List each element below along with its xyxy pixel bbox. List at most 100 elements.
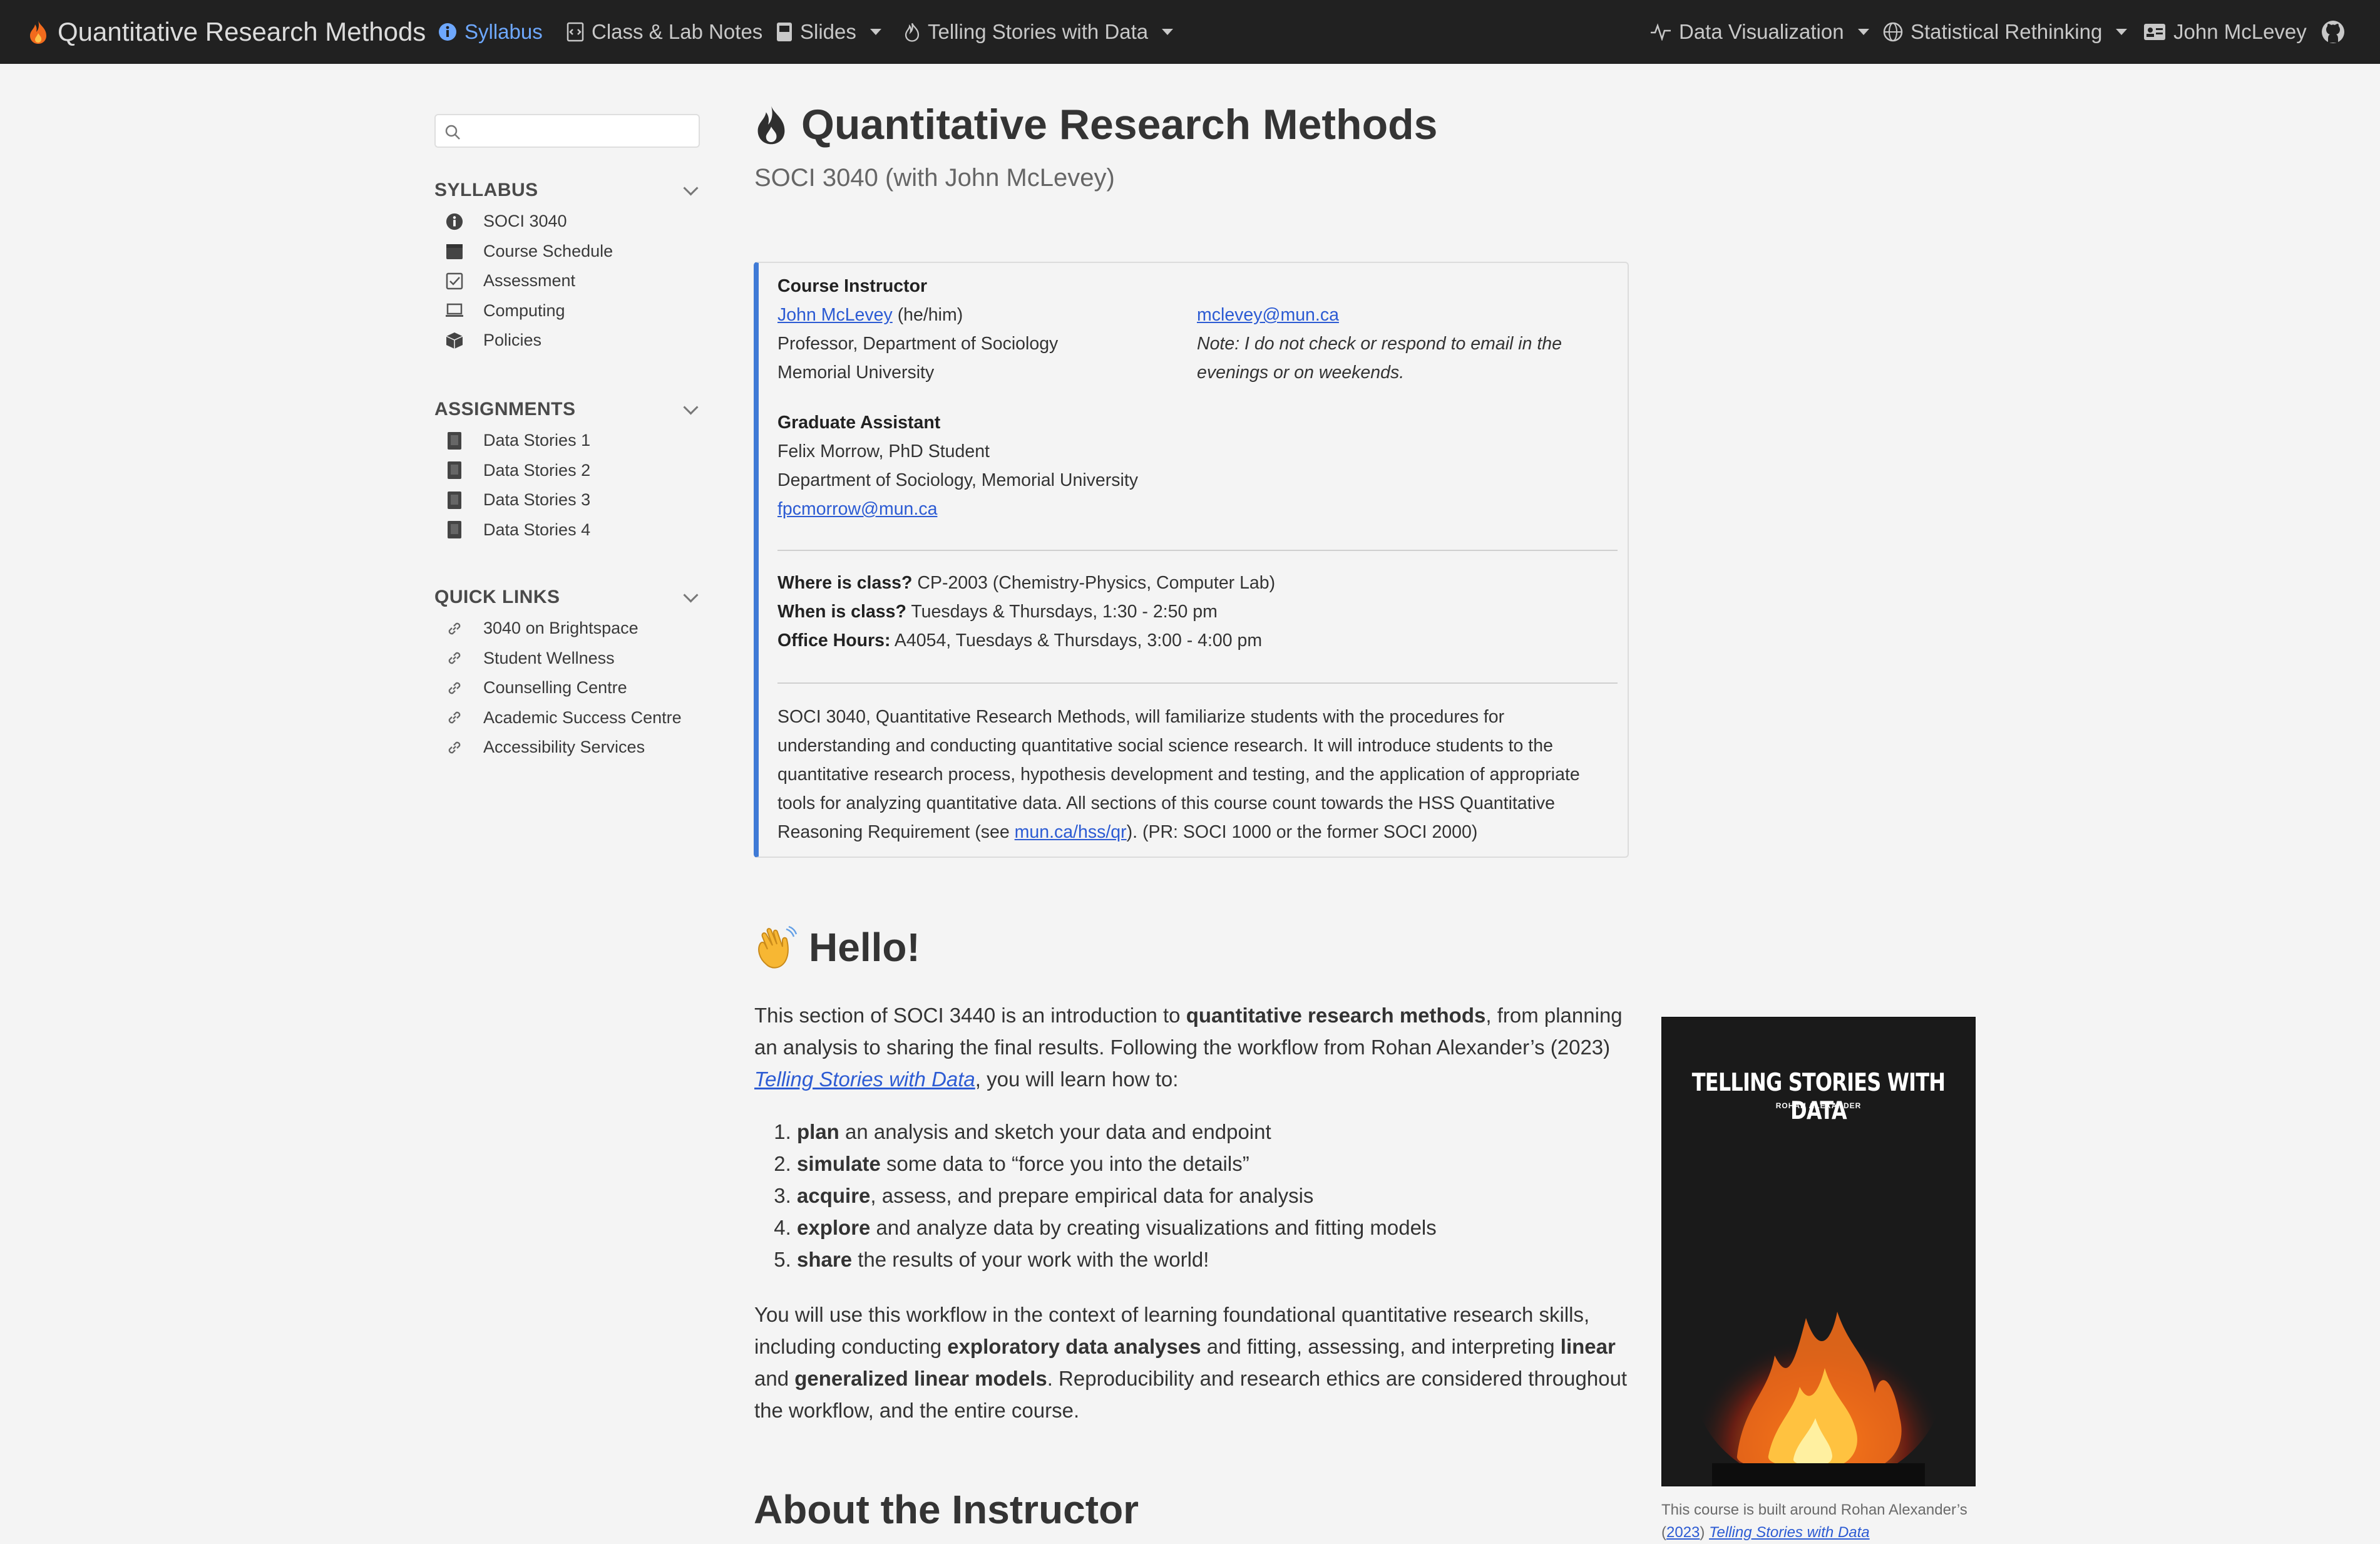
notebook-icon <box>444 431 464 450</box>
sidebar-syllabus-heading: SYLLABUS <box>434 180 538 200</box>
description-line: quantitative research process, hypothesi… <box>777 764 1580 785</box>
text-run: and fitting, assessing, and interpreting <box>1201 1335 1561 1358</box>
caption-book-link[interactable]: Telling Stories with Data <box>1709 1524 1870 1541</box>
text-run: , you will learn how to: <box>975 1068 1179 1091</box>
nav-telling-stories[interactable]: Telling Stories with Data <box>904 0 1174 64</box>
step-text: and analyze data by creating visualizati… <box>870 1216 1437 1239</box>
nav-data-visualization[interactable]: Data Visualization <box>1650 0 1869 64</box>
divider <box>777 550 1618 551</box>
list-item: share the results of your work with the … <box>797 1243 1631 1275</box>
sidebar-item-label: Assessment <box>483 271 576 291</box>
step-keyword: share <box>797 1248 853 1271</box>
course-description: SOCI 3040, Quantitative Research Methods… <box>777 703 1618 847</box>
book-cover-image: TELLING STORIES WITH DATA ROHAN ALEXANDE… <box>1661 1017 1976 1486</box>
office-hours-label: Office Hours: <box>777 630 891 651</box>
sidebar-item-data-stories-3[interactable]: Data Stories 3 <box>434 485 704 515</box>
sidebar-item-soci-3040[interactable]: SOCI 3040 <box>434 207 704 237</box>
telling-stories-link[interactable]: Telling Stories with Data <box>754 1068 975 1091</box>
brand-link[interactable]: Quantitative Research Methods <box>28 0 426 64</box>
description-line: tools for analyzing quantitative data. A… <box>777 793 1556 813</box>
sidebar-item-academic-success-centre[interactable]: Academic Success Centre <box>434 703 704 733</box>
sidebar-assignments-section: ASSIGNMENTS Data Stories 1 Data Stories … <box>434 396 704 545</box>
list-item: plan an analysis and sketch your data an… <box>797 1116 1631 1148</box>
description-line: Reasoning Requirement (see <box>777 822 1015 842</box>
sidebar-quick-links-toggle[interactable]: QUICK LINKS <box>434 584 704 611</box>
citation-year-link[interactable]: 2023 <box>1666 1524 1700 1541</box>
sidebar-item-course-schedule[interactable]: Course Schedule <box>434 237 704 267</box>
search-field[interactable] <box>434 114 700 148</box>
nav-statistical-rethinking[interactable]: Statistical Rethinking <box>1883 0 2128 64</box>
hello-paragraph: This section of SOCI 3440 is an introduc… <box>754 999 1631 1095</box>
sidebar-item-policies[interactable]: Policies <box>434 326 704 356</box>
sidebar-item-accessibility-services[interactable]: Accessibility Services <box>434 733 704 763</box>
sidebar-syllabus-toggle[interactable]: SYLLABUS <box>434 177 704 204</box>
email-note-line-2: evenings or on weekends. <box>1197 363 1405 383</box>
sidebar-item-data-stories-4[interactable]: Data Stories 4 <box>434 515 704 545</box>
step-keyword: plan <box>797 1120 839 1143</box>
nav-profile[interactable]: John McLevey <box>2143 0 2307 64</box>
sidebar-item-label: Accessibility Services <box>483 738 645 757</box>
instructor-pronouns: (he/him) <box>897 305 963 325</box>
sidebar-item-assessment[interactable]: Assessment <box>434 266 704 296</box>
page-title-text: Quantitative Research Methods <box>801 101 1438 148</box>
divider <box>777 682 1618 684</box>
where-label: Where is class? <box>777 573 913 593</box>
brand-title: Quantitative Research Methods <box>58 17 426 46</box>
workflow-list: plan an analysis and sketch your data an… <box>754 1116 1631 1275</box>
text-run: and <box>754 1367 795 1390</box>
step-keyword: explore <box>797 1216 871 1239</box>
instructor-email-link[interactable]: mclevey@mun.ca <box>1197 305 1339 325</box>
chevron-down-icon <box>1857 29 1869 35</box>
id-card-icon <box>2143 23 2166 41</box>
workflow-paragraph: You will use this workflow in the contex… <box>754 1299 1631 1426</box>
description-line: understanding and conducting quantitativ… <box>777 736 1553 756</box>
sidebar-item-label: Academic Success Centre <box>483 708 682 727</box>
instructor-role: Professor, Department of Sociology <box>777 334 1059 354</box>
sidebar-item-data-stories-1[interactable]: Data Stories 1 <box>434 426 704 456</box>
nav-syllabus[interactable]: Syllabus <box>438 0 543 64</box>
sidebar-item-data-stories-2[interactable]: Data Stories 2 <box>434 456 704 486</box>
sidebar-item-student-wellness[interactable]: Student Wellness <box>434 644 704 674</box>
github-icon <box>2321 20 2345 44</box>
sidebar-item-counselling-centre[interactable]: Counselling Centre <box>434 673 704 703</box>
sidebar-item-label: Computing <box>483 301 565 320</box>
info-icon <box>438 23 457 41</box>
sidebar-item-label: Student Wellness <box>483 648 615 667</box>
nav-slides[interactable]: Slides <box>776 0 881 64</box>
chevron-down-icon <box>683 180 699 196</box>
waving-hand-icon <box>754 924 798 970</box>
class-logistics: Where is class? CP-2003 (Chemistry-Physi… <box>777 569 1275 655</box>
instructor-university: Memorial University <box>777 363 935 383</box>
sidebar-item-label: Course Schedule <box>483 241 613 260</box>
search-input[interactable] <box>468 120 690 143</box>
sidebar-item-label: Data Stories 2 <box>483 460 591 480</box>
sidebar-item-label: Counselling Centre <box>483 678 627 697</box>
sidebar-syllabus-section: SYLLABUS SOCI 3040 Course Schedule Asses… <box>434 177 704 356</box>
hss-qr-link[interactable]: mun.ca/hss/qr <box>1015 822 1127 842</box>
github-link[interactable] <box>2321 0 2345 64</box>
sidebar-item-computing[interactable]: Computing <box>434 296 704 326</box>
when-label: When is class? <box>777 602 906 622</box>
instructor-contact: mclevey@mun.ca Note: I do not check or r… <box>1197 301 1610 387</box>
about-heading-text: About the Instructor <box>754 1487 1139 1532</box>
text-run: quantitative research methods <box>1186 1004 1486 1027</box>
ga-email-link[interactable]: fpcmorrow@mun.ca <box>777 499 937 519</box>
instructor-name-link[interactable]: John McLevey <box>777 305 893 325</box>
sidebar-item-label: Data Stories 4 <box>483 520 591 539</box>
link-icon <box>444 739 464 756</box>
fire-icon <box>28 19 49 44</box>
top-navbar: Quantitative Research Methods Syllabus C… <box>0 0 2380 64</box>
sidebar-assignments-toggle[interactable]: ASSIGNMENTS <box>434 396 704 423</box>
nav-class-notes-label: Class & Lab Notes <box>592 20 763 43</box>
description-line: SOCI 3040, Quantitative Research Methods… <box>777 707 1505 727</box>
pulse-icon <box>1650 23 1671 41</box>
step-keyword: acquire <box>797 1184 871 1207</box>
nav-profile-label: John McLevey <box>2173 20 2307 43</box>
page-subtitle: SOCI 3040 (with John McLevey) <box>754 164 1115 192</box>
calendar-icon <box>444 242 464 260</box>
sidebar-item-brightspace[interactable]: 3040 on Brightspace <box>434 614 704 644</box>
list-item: simulate some data to “force you into th… <box>797 1148 1631 1180</box>
nav-slides-label: Slides <box>800 20 856 43</box>
nav-class-notes[interactable]: Class & Lab Notes <box>567 0 762 64</box>
nav-statistical-rethinking-label: Statistical Rethinking <box>1911 20 2103 43</box>
